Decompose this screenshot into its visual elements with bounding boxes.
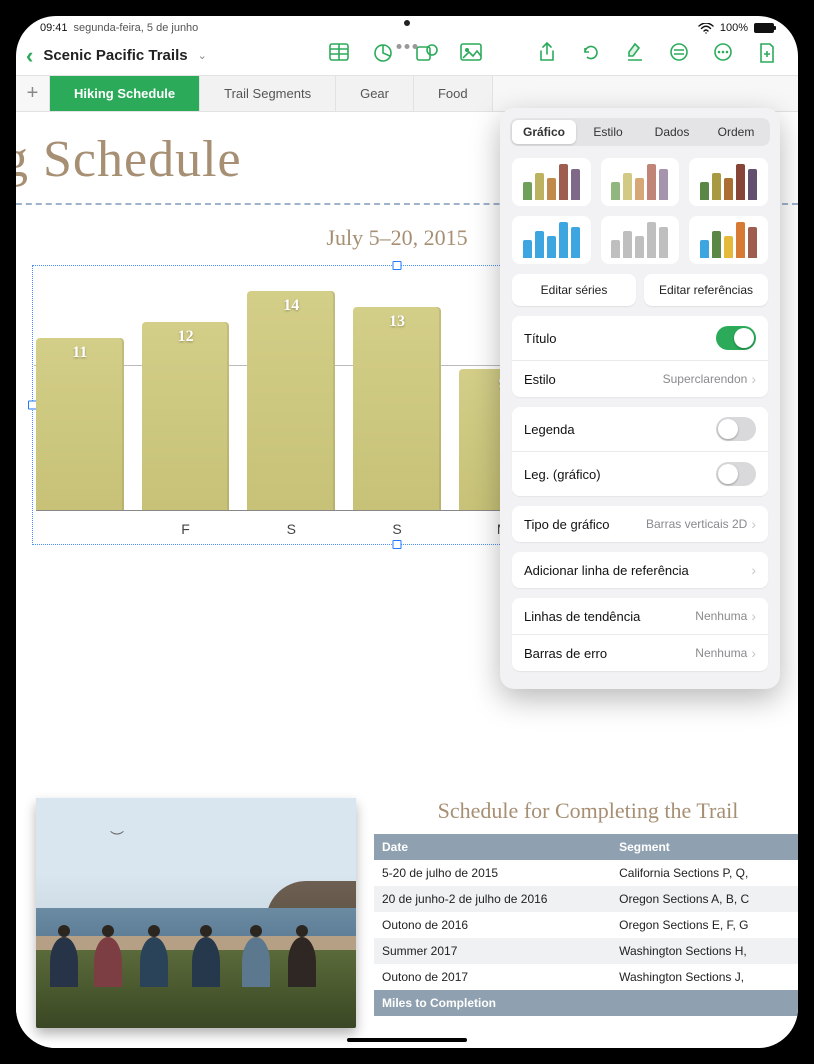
chart-type-row[interactable]: Tipo de gráfico Barras verticais 2D› bbox=[512, 506, 768, 542]
table-row[interactable]: 5-20 de julho de 2015California Sections… bbox=[374, 860, 798, 886]
chevron-right-icon: › bbox=[751, 645, 756, 661]
style-row[interactable]: Estilo Superclarendon› bbox=[512, 361, 768, 397]
more-icon[interactable] bbox=[712, 42, 734, 69]
chart-style-thumb[interactable] bbox=[689, 216, 768, 264]
add-reference-line-row[interactable]: Adicionar linha de referência › bbox=[512, 552, 768, 588]
share-icon[interactable] bbox=[536, 42, 558, 69]
axis-label: S bbox=[353, 521, 441, 537]
chart-style-thumb[interactable] bbox=[689, 158, 768, 206]
chart-bar[interactable]: 11 bbox=[36, 338, 124, 510]
front-camera bbox=[404, 20, 410, 26]
chevron-right-icon: › bbox=[751, 562, 756, 578]
format-popover: GráficoEstiloDadosOrdem Editar séries Ed… bbox=[500, 108, 780, 689]
status-time: 09:41 bbox=[40, 22, 68, 34]
format-tab[interactable]: Ordem bbox=[704, 120, 768, 144]
chevron-right-icon: › bbox=[751, 516, 756, 532]
toggle-off[interactable] bbox=[716, 417, 756, 441]
chart-bar[interactable]: 12 bbox=[142, 322, 230, 510]
sheet-tab[interactable]: Gear bbox=[336, 76, 414, 111]
format-tab[interactable]: Dados bbox=[640, 120, 704, 144]
status-date: segunda-feira, 5 de junho bbox=[74, 22, 199, 34]
chevron-right-icon: › bbox=[751, 608, 756, 624]
format-segment[interactable]: GráficoEstiloDadosOrdem bbox=[510, 118, 770, 146]
status-bar: 09:41 segunda-feira, 5 de junho 100% bbox=[16, 16, 798, 36]
legend-toggle-row[interactable]: Legenda bbox=[512, 407, 768, 452]
toggle-off[interactable] bbox=[716, 462, 756, 486]
bird-icon: ︶ bbox=[110, 828, 124, 848]
chevron-right-icon: › bbox=[751, 371, 756, 387]
chart-style-thumb[interactable] bbox=[601, 216, 680, 264]
trendlines-row[interactable]: Linhas de tendência Nenhuma› bbox=[512, 598, 768, 635]
chart-style-thumb[interactable] bbox=[512, 216, 591, 264]
title-toggle-row[interactable]: Título bbox=[512, 316, 768, 361]
error-bars-row[interactable]: Barras de erro Nenhuma› bbox=[512, 635, 768, 671]
sheet-tab[interactable]: Trail Segments bbox=[200, 76, 336, 111]
battery-percent: 100% bbox=[720, 22, 748, 34]
beach-photo[interactable]: ︶ bbox=[36, 798, 356, 1028]
schedule-table[interactable]: Date Segment 5-20 de julho de 2015Califo… bbox=[374, 834, 798, 1016]
home-indicator[interactable] bbox=[347, 1038, 467, 1042]
new-sheet-icon[interactable] bbox=[756, 42, 778, 69]
edit-references-button[interactable]: Editar referências bbox=[644, 274, 768, 306]
table-header[interactable]: Segment bbox=[611, 834, 798, 860]
main-toolbar: ‹ Scenic Pacific Trails ⌄ bbox=[16, 36, 798, 76]
sheet-tab[interactable]: Food bbox=[414, 76, 493, 111]
battery-icon bbox=[754, 23, 774, 33]
sheet-tab[interactable]: Hiking Schedule bbox=[50, 76, 200, 111]
add-sheet-button[interactable]: + bbox=[16, 76, 50, 111]
edit-series-button[interactable]: Editar séries bbox=[512, 274, 636, 306]
schedule-title: Schedule for Completing the Trail bbox=[374, 798, 798, 824]
back-button[interactable]: ‹ bbox=[26, 43, 33, 69]
axis-label bbox=[36, 521, 124, 537]
table-row[interactable]: 20 de junho-2 de julho de 2016Oregon Sec… bbox=[374, 886, 798, 912]
format-tab[interactable]: Estilo bbox=[576, 120, 640, 144]
insert-shape-icon[interactable] bbox=[416, 43, 438, 68]
bar-value-label: 13 bbox=[389, 313, 405, 331]
axis-label: F bbox=[142, 521, 230, 537]
insert-media-icon[interactable] bbox=[460, 43, 482, 68]
format-tab[interactable]: Gráfico bbox=[512, 120, 576, 144]
insert-table-icon[interactable] bbox=[328, 43, 350, 68]
table-header[interactable]: Date bbox=[374, 834, 611, 860]
table-footer-row[interactable]: Miles to Completion bbox=[374, 990, 798, 1016]
chart-bar[interactable]: 14 bbox=[247, 291, 335, 510]
bar-value-label: 12 bbox=[178, 328, 194, 346]
sheet-tabs: + Hiking ScheduleTrail SegmentsGearFood bbox=[16, 76, 798, 112]
undo-icon[interactable] bbox=[580, 42, 602, 69]
bar-value-label: 14 bbox=[283, 297, 299, 315]
wifi-icon bbox=[698, 23, 714, 34]
chart-style-thumb[interactable] bbox=[512, 158, 591, 206]
table-row[interactable]: Summer 2017Washington Sections H, bbox=[374, 938, 798, 964]
document-title[interactable]: Scenic Pacific Trails bbox=[43, 47, 187, 64]
chart-bar[interactable]: 13 bbox=[353, 307, 441, 510]
axis-label: S bbox=[247, 521, 335, 537]
table-row[interactable]: Outono de 2016Oregon Sections E, F, G bbox=[374, 912, 798, 938]
chart-style-thumb[interactable] bbox=[601, 158, 680, 206]
document-menu-caret[interactable]: ⌄ bbox=[198, 49, 207, 62]
insert-chart-icon[interactable] bbox=[372, 43, 394, 68]
resize-handle[interactable] bbox=[393, 540, 402, 549]
toggle-on[interactable] bbox=[716, 326, 756, 350]
chart-legend-toggle-row[interactable]: Leg. (gráfico) bbox=[512, 452, 768, 496]
comment-icon[interactable] bbox=[668, 42, 690, 69]
resize-handle[interactable] bbox=[393, 261, 402, 270]
format-brush-icon[interactable] bbox=[624, 42, 646, 69]
bar-value-label: 11 bbox=[72, 344, 87, 362]
table-row[interactable]: Outono de 2017Washington Sections J, bbox=[374, 964, 798, 990]
